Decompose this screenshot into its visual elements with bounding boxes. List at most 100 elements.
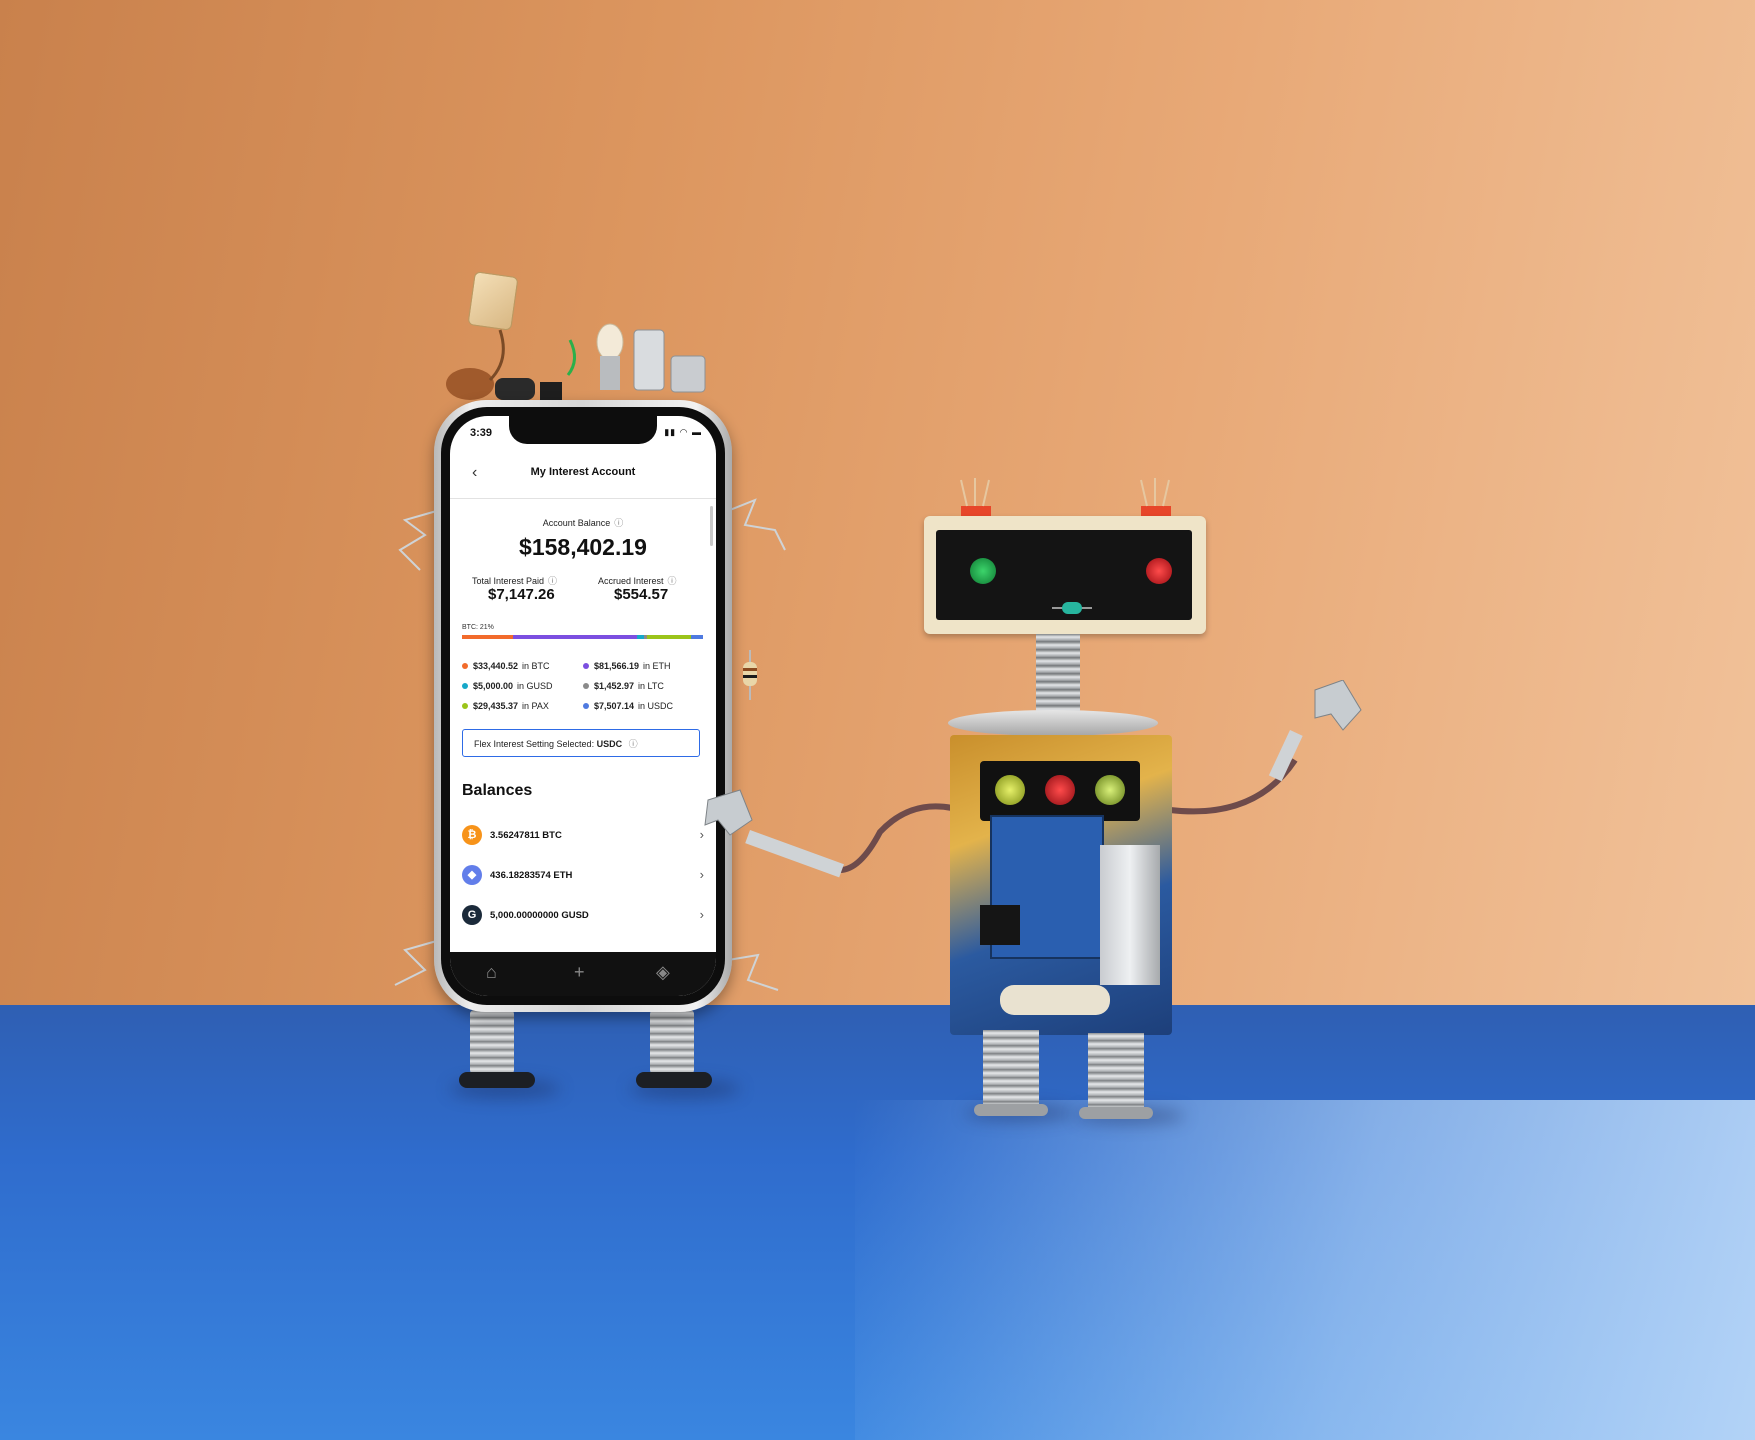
phone-robot-leg-spring [650, 1010, 694, 1074]
robot-left-arm [704, 789, 953, 878]
holding-item: $81,566.19 in ETH [583, 661, 671, 671]
red-light [1045, 775, 1075, 805]
holding-amount: $7,507.14 [594, 701, 635, 711]
holding-amount: $29,435.37 [473, 701, 519, 711]
robot-neck-spring [1036, 634, 1080, 714]
phone-robot-foot [459, 1072, 535, 1088]
flex-interest-value: USDC [596, 739, 623, 749]
holding-amount: $33,440.52 [473, 661, 519, 671]
balance-amount: 3.56247811 BTC [490, 830, 562, 841]
header-divider [450, 498, 716, 499]
robot-red-eye [1146, 558, 1172, 584]
holding-currency: in ETH [643, 661, 671, 671]
flex-interest-setting[interactable]: Flex Interest Setting Selected: USDC ⓘ [462, 729, 700, 757]
flex-interest-label: Flex Interest Setting Selected: [474, 739, 595, 749]
holding-item: $1,452.97 in LTC [583, 681, 664, 691]
allocation-segment-gusd [636, 635, 645, 639]
robot-right-arm [1169, 680, 1362, 815]
legend-dot [583, 703, 589, 709]
total-interest-label: Total Interest Paid [472, 576, 545, 586]
robot-face [936, 530, 1192, 620]
wire-squiggle [730, 498, 786, 551]
account-balance-label: Account Balance [542, 518, 611, 528]
allocation-segment-pax [646, 635, 692, 639]
info-icon[interactable]: ⓘ [668, 576, 677, 586]
electronic-components-hat [446, 323, 706, 400]
robot-green-eye [970, 558, 996, 584]
wire-squiggle [728, 953, 779, 991]
bottom-tab-bar: ⌂ + ◈ [450, 952, 716, 996]
holding-item: $7,507.14 in USDC [583, 701, 673, 711]
balance-amount: 5,000.00000000 GUSD [490, 910, 589, 921]
balance-row-gusd[interactable]: G 5,000.00000000 GUSD › [462, 905, 704, 929]
allocation-bar[interactable] [462, 635, 703, 639]
holding-currency: in GUSD [517, 681, 553, 691]
holding-currency: in LTC [638, 681, 664, 691]
holding-item: $29,435.37 in PAX [462, 701, 549, 711]
robot-head [924, 516, 1206, 634]
holding-currency: in USDC [638, 701, 674, 711]
yellow-light [995, 775, 1025, 805]
holding-item: $33,440.52 in BTC [462, 661, 550, 671]
allocation-segment-eth [512, 635, 637, 639]
legend-dot [462, 663, 468, 669]
balance-amount: 436.18283574 ETH [490, 870, 573, 881]
legend-dot [583, 683, 589, 689]
status-time: 3:39 [470, 427, 493, 439]
info-icon[interactable]: ⓘ [629, 739, 638, 749]
holding-amount: $5,000.00 [473, 681, 514, 691]
gusd-icon: G [462, 905, 482, 925]
robot-leg-spring [1088, 1033, 1144, 1113]
allocation-segment-usdc [691, 635, 703, 639]
holding-currency: in PAX [522, 701, 549, 711]
robot-collar [948, 710, 1158, 736]
chevron-right-icon: › [699, 907, 704, 922]
allocation-tooltip: BTC: 21% [462, 624, 494, 631]
phone-notch [509, 416, 657, 444]
robot-mouth-resistor [1052, 602, 1092, 614]
signal-icon: ▮▮ [664, 427, 677, 437]
bitcoin-icon: ₿ [462, 825, 482, 845]
phone-screen: 3:39 ▮▮ ◠ ▬ ‹ My Interest Account Accoun… [450, 416, 716, 996]
robot-foot [974, 1104, 1048, 1116]
holding-item: $5,000.00 in GUSD [462, 681, 553, 691]
phone-robot-foot [636, 1072, 712, 1088]
phone-robot-leg-spring [470, 1010, 514, 1074]
account-balance-value: $158,402.19 [519, 534, 647, 560]
metal-plate [1100, 845, 1160, 985]
robot-foot [1079, 1107, 1153, 1119]
account-balance-label-row: Account Balance ⓘ [450, 516, 716, 529]
accrued-interest-label: Accrued Interest [598, 576, 664, 586]
legend-dot [583, 663, 589, 669]
black-chip [980, 905, 1020, 945]
legend-dot [462, 703, 468, 709]
balances-heading: Balances [462, 782, 533, 799]
info-icon[interactable]: ⓘ [614, 518, 623, 528]
ethereum-icon: ◆ [462, 865, 482, 885]
battery-icon: ▬ [692, 427, 702, 437]
legend-dot [462, 683, 468, 689]
floor-light-gradient [855, 1100, 1755, 1440]
resistor-component [743, 650, 757, 700]
robot-body [950, 735, 1172, 1035]
total-interest-value: $7,147.26 [488, 586, 555, 603]
holding-currency: in BTC [522, 661, 550, 671]
smartphone: 3:39 ▮▮ ◠ ▬ ‹ My Interest Account Accoun… [434, 400, 732, 1012]
balance-row-btc[interactable]: ₿ 3.56247811 BTC › [462, 825, 704, 849]
plus-icon[interactable]: + [574, 962, 585, 983]
holding-amount: $81,566.19 [594, 661, 640, 671]
accrued-interest-value: $554.57 [614, 586, 669, 603]
allocation-segment-btc [462, 635, 513, 639]
robot-leg-spring [983, 1030, 1039, 1110]
photo-scene: 3:39 ▮▮ ◠ ▬ ‹ My Interest Account Accoun… [0, 0, 1755, 1440]
wifi-icon: ◠ [679, 427, 689, 437]
balance-row-eth[interactable]: ◆ 436.18283574 ETH › [462, 865, 704, 889]
transfer-icon[interactable]: ◈ [656, 962, 670, 983]
fuse-component [1000, 985, 1110, 1015]
holding-amount: $1,452.97 [594, 681, 635, 691]
info-icon[interactable]: ⓘ [548, 576, 557, 586]
status-icons: ▮▮ ◠ ▬ [664, 427, 702, 438]
page-title: My Interest Account [530, 466, 636, 478]
home-icon[interactable]: ⌂ [486, 962, 497, 983]
green-light [1095, 775, 1125, 805]
